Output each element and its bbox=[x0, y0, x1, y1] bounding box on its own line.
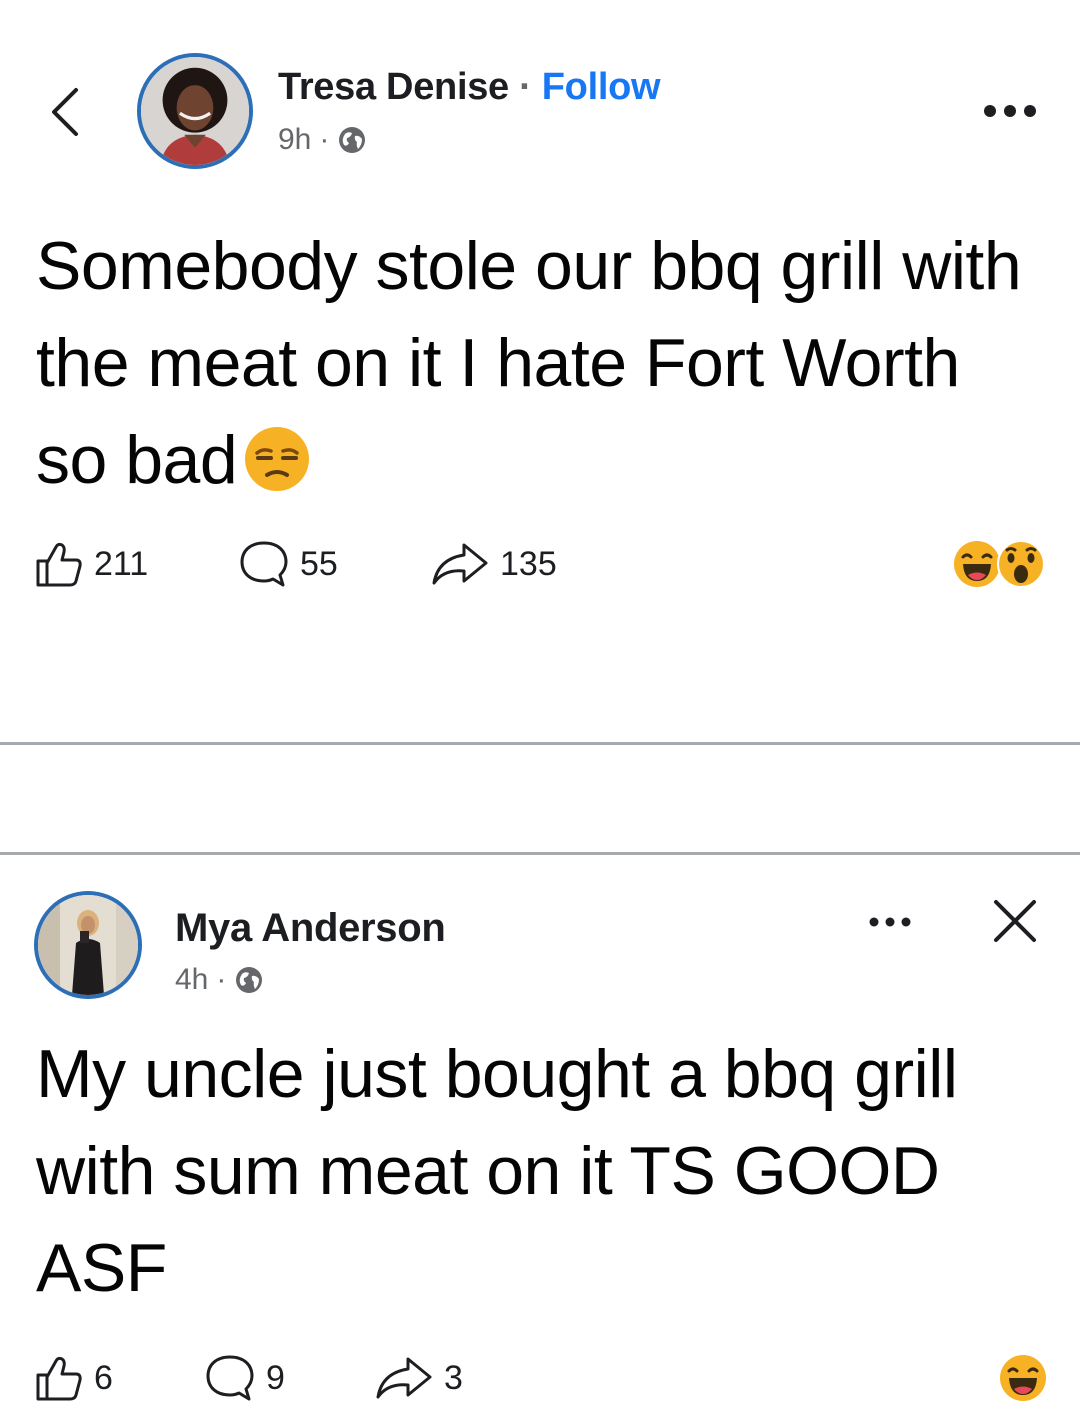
post-actions: 6 9 3 bbox=[0, 1348, 1080, 1408]
comment-icon bbox=[206, 1355, 254, 1401]
post-author: Tresa Denise · Follow bbox=[278, 66, 661, 109]
close-button[interactable] bbox=[990, 896, 1040, 951]
post-time[interactable]: 9h bbox=[278, 123, 311, 157]
post-actions: 211 55 135 bbox=[0, 534, 1080, 594]
ellipsis-icon bbox=[869, 917, 911, 927]
post-card: Mya Anderson 4h · My uncle just bought a… bbox=[0, 858, 1080, 1426]
avatar[interactable] bbox=[137, 53, 253, 169]
more-options-button[interactable] bbox=[978, 96, 1042, 131]
spacer bbox=[0, 745, 1080, 852]
post-meta: 4h · bbox=[175, 963, 264, 997]
globe-icon bbox=[339, 127, 366, 153]
author-name[interactable]: Tresa Denise bbox=[278, 66, 509, 108]
globe-icon bbox=[236, 967, 263, 993]
back-button[interactable] bbox=[40, 82, 90, 142]
author-name[interactable]: Mya Anderson bbox=[175, 906, 446, 950]
thumbs-up-icon bbox=[36, 542, 82, 587]
post-text: Somebody stole our bbq grill with the me… bbox=[36, 228, 1022, 498]
chevron-left-icon bbox=[52, 88, 78, 136]
like-count: 6 bbox=[94, 1358, 113, 1397]
like-button[interactable]: 6 bbox=[34, 1348, 113, 1408]
share-count: 135 bbox=[500, 544, 557, 583]
post-body: My uncle just bought a bbq grill with su… bbox=[36, 1026, 1046, 1317]
comment-count: 55 bbox=[300, 544, 338, 583]
share-icon bbox=[376, 1357, 432, 1399]
haha-reaction-icon bbox=[1000, 1355, 1046, 1401]
avatar[interactable] bbox=[34, 891, 142, 999]
haha-reaction-icon bbox=[954, 541, 1000, 587]
post-meta: 9h · bbox=[278, 123, 367, 157]
meta-dot: · bbox=[319, 123, 330, 156]
follow-button[interactable]: Follow bbox=[542, 66, 661, 108]
post-time[interactable]: 4h bbox=[175, 963, 208, 997]
share-count: 3 bbox=[444, 1358, 463, 1397]
share-icon bbox=[432, 543, 488, 585]
like-button[interactable]: 211 bbox=[34, 534, 148, 594]
like-count: 211 bbox=[94, 544, 149, 583]
thumbs-up-icon bbox=[36, 1356, 82, 1401]
reaction-summary[interactable] bbox=[998, 1348, 1048, 1408]
comment-icon bbox=[240, 541, 288, 587]
ellipsis-icon bbox=[984, 105, 1036, 117]
comment-button[interactable]: 55 bbox=[238, 534, 338, 594]
more-options-button[interactable] bbox=[864, 910, 916, 939]
wow-reaction-icon bbox=[997, 540, 1045, 588]
unamused-face-emoji bbox=[245, 427, 310, 491]
post-author: Mya Anderson bbox=[175, 906, 446, 951]
close-icon bbox=[994, 900, 1036, 942]
separator: · bbox=[508, 66, 542, 108]
comment-button[interactable]: 9 bbox=[204, 1348, 285, 1408]
post-body: Somebody stole our bbq grill with the me… bbox=[36, 218, 1036, 509]
post-card: Tresa Denise · Follow 9h · Somebody stol… bbox=[0, 0, 1080, 742]
section-divider bbox=[0, 852, 1080, 855]
comment-count: 9 bbox=[266, 1358, 285, 1397]
profile-photo bbox=[38, 895, 138, 995]
meta-dot: · bbox=[216, 963, 227, 996]
share-button[interactable]: 3 bbox=[374, 1348, 463, 1408]
share-button[interactable]: 135 bbox=[430, 534, 557, 594]
reaction-summary[interactable] bbox=[952, 534, 1046, 594]
profile-photo bbox=[141, 57, 249, 165]
post-text: My uncle just bought a bbq grill with su… bbox=[36, 1036, 958, 1306]
